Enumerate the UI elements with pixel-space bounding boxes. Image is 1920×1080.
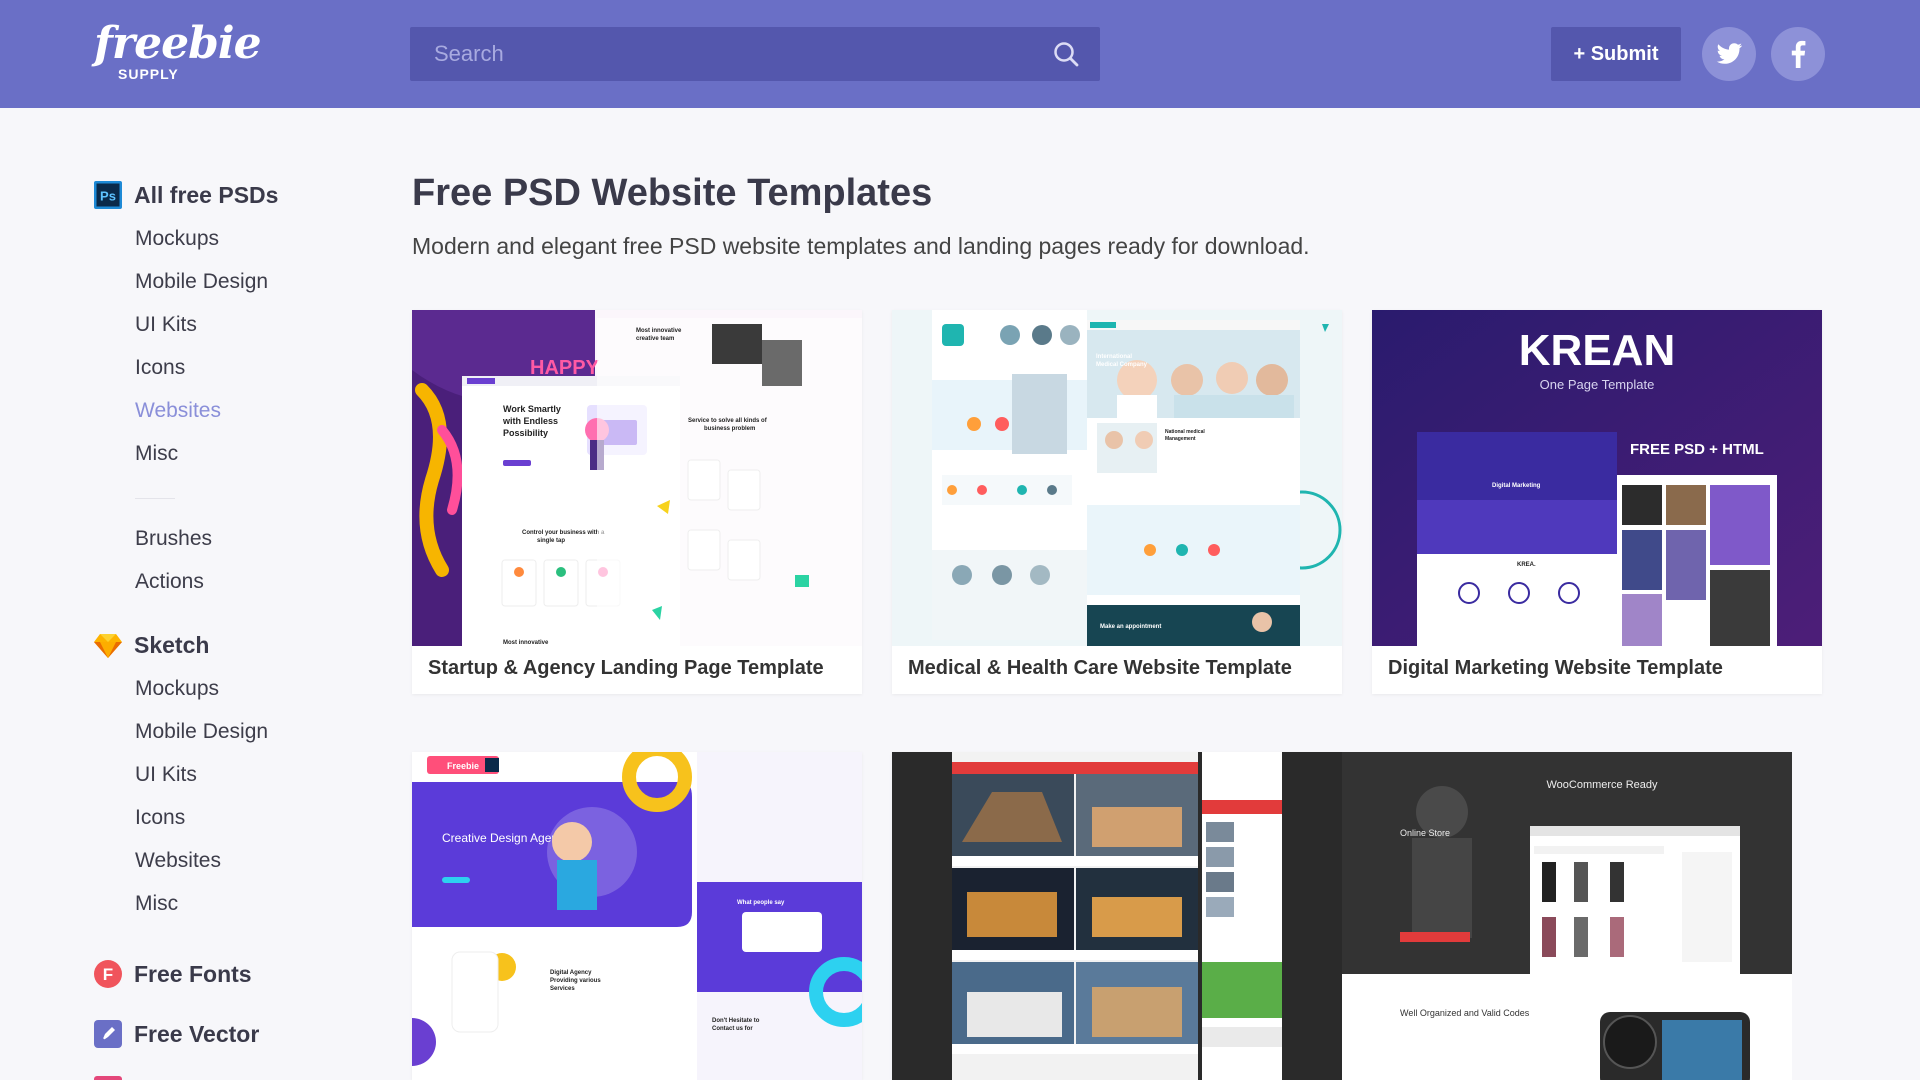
- svg-text:Medical Company: Medical Company: [1096, 362, 1148, 368]
- svg-text:Digital Marketing: Digital Marketing: [1492, 483, 1541, 489]
- freebie-supply-logo[interactable]: freebie SUPPLY: [94, 18, 262, 84]
- svg-text:Most innovative: Most innovative: [503, 640, 549, 646]
- svg-text:business problem: business problem: [704, 426, 755, 432]
- card-thumbnail[interactable]: [892, 752, 1342, 1080]
- thumb-subheading: Online Store: [1400, 828, 1450, 838]
- svg-text:Services: Services: [550, 986, 575, 992]
- card-thumbnail[interactable]: Freebie Creative Design Agency What peop…: [412, 752, 862, 1080]
- svg-text:Most innovative: Most innovative: [636, 328, 682, 334]
- top-header: freebie SUPPLY + Submit: [0, 0, 1920, 108]
- sidebar-item-sketch-misc[interactable]: Misc: [135, 890, 178, 918]
- svg-text:Contact us for: Contact us for: [712, 1026, 753, 1032]
- sidebar-heading-label: All free PSDs: [134, 181, 279, 208]
- sidebar-item-psd-actions[interactable]: Actions: [135, 568, 204, 596]
- svg-text:with Endless: with Endless: [502, 416, 558, 426]
- template-card-creative-agency[interactable]: Freebie Creative Design Agency What peop…: [412, 752, 862, 1080]
- logo-subtext: SUPPLY: [118, 66, 179, 82]
- svg-text:Digital Agency: Digital Agency: [550, 970, 592, 976]
- sidebar-item-sketch-mockups[interactable]: Mockups: [135, 675, 219, 703]
- sidebar-item-sketch-mobile-design[interactable]: Mobile Design: [135, 718, 268, 746]
- thumb-heading: WooCommerce Ready: [1546, 779, 1658, 791]
- thumb-subheading: One Page Template: [1540, 377, 1655, 392]
- card-title[interactable]: Medical & Health Care Website Template: [908, 657, 1292, 680]
- page-description: Modern and elegant free PSD website temp…: [412, 233, 1310, 259]
- template-card-real-estate[interactable]: [892, 752, 1342, 1080]
- logo-wordmark: freebie: [94, 18, 262, 69]
- photoshop-icon: Ps: [94, 181, 122, 209]
- search-input[interactable]: [410, 27, 1030, 81]
- woocommerce-store-preview-image: WooCommerce Ready Online Store Well Orga…: [1342, 752, 1792, 1080]
- sidebar-heading-label: Sketch: [134, 631, 210, 658]
- sidebar-item-psd-misc[interactable]: Misc: [135, 440, 178, 468]
- sidebar-item-psd-mockups[interactable]: Mockups: [135, 225, 219, 253]
- svg-text:single tap: single tap: [537, 538, 565, 544]
- sidebar-heading-sketch[interactable]: Sketch: [94, 628, 209, 662]
- fonts-icon: F: [94, 960, 122, 988]
- svg-text:Work Smartly: Work Smartly: [503, 404, 561, 414]
- sidebar-item-sketch-ui-kits[interactable]: UI Kits: [135, 761, 197, 789]
- sidebar-heading-psd[interactable]: Ps All free PSDs: [94, 178, 278, 212]
- thumb-heading: KREAN: [1519, 326, 1675, 375]
- sidebar-item-psd-ui-kits[interactable]: UI Kits: [135, 311, 197, 339]
- svg-text:creative team: creative team: [636, 336, 674, 342]
- twitter-icon: [1716, 43, 1742, 64]
- template-card-woocommerce[interactable]: WooCommerce Ready Online Store Well Orga…: [1342, 752, 1792, 1080]
- card-title[interactable]: Startup & Agency Landing Page Template: [428, 657, 824, 680]
- svg-text:Possibility: Possibility: [503, 428, 548, 438]
- sidebar-item-psd-mobile-design[interactable]: Mobile Design: [135, 268, 268, 296]
- facebook-button[interactable]: [1771, 27, 1825, 81]
- card-thumbnail[interactable]: WooCommerce Ready Online Store Well Orga…: [1342, 752, 1792, 1080]
- sidebar-item-psd-icons[interactable]: Icons: [135, 354, 185, 382]
- page-title: Free PSD Website Templates: [412, 172, 933, 214]
- svg-text:HAPPY: HAPPY: [530, 357, 600, 379]
- krean-template-preview-image: KREAN One Page Template Digital Marketin…: [1372, 310, 1822, 646]
- sidebar-next-icon-partial: [94, 1076, 122, 1080]
- medical-template-preview-image: International Medical Company National m…: [892, 310, 1342, 646]
- vector-pen-icon: [94, 1020, 122, 1048]
- real-estate-preview-image: [892, 752, 1342, 1080]
- svg-text:What people say: What people say: [737, 900, 785, 906]
- svg-text:International: International: [1096, 354, 1132, 360]
- sidebar-heading-label: Free Vector: [134, 1020, 260, 1047]
- twitter-button[interactable]: [1702, 27, 1756, 81]
- thumb-note: Well Organized and Valid Codes: [1400, 1008, 1530, 1018]
- svg-text:Ps: Ps: [100, 189, 116, 204]
- template-card-medical[interactable]: International Medical Company National m…: [892, 310, 1342, 694]
- facebook-icon: [1791, 40, 1806, 68]
- sidebar-heading-vector[interactable]: Free Vector: [94, 1017, 259, 1051]
- sidebar-item-sketch-websites[interactable]: Websites: [135, 847, 221, 875]
- sidebar-item-psd-brushes[interactable]: Brushes: [135, 525, 212, 553]
- svg-text:Control your business with a: Control your business with a: [522, 530, 605, 536]
- card-thumbnail[interactable]: KREAN One Page Template Digital Marketin…: [1372, 310, 1822, 646]
- thumb-badge: FREE PSD + HTML: [1630, 441, 1764, 458]
- svg-text:KREA.: KREA.: [1517, 562, 1536, 568]
- search-icon[interactable]: [1052, 40, 1080, 68]
- startup-landing-preview-image: HAPPY Work Smartly with Endless Possibil…: [412, 310, 862, 646]
- sidebar-item-psd-websites[interactable]: Websites: [135, 397, 221, 425]
- search-bar: [410, 27, 1100, 81]
- card-thumbnail[interactable]: HAPPY Work Smartly with Endless Possibil…: [412, 310, 862, 646]
- template-card-digital-marketing[interactable]: KREAN One Page Template Digital Marketin…: [1372, 310, 1822, 694]
- sidebar-heading-label: Free Fonts: [134, 960, 252, 987]
- svg-text:National medical: National medical: [1165, 429, 1205, 435]
- submit-button[interactable]: + Submit: [1551, 27, 1681, 81]
- template-card-startup-agency[interactable]: HAPPY Work Smartly with Endless Possibil…: [412, 310, 862, 694]
- svg-text:Service to solve all kinds of: Service to solve all kinds of: [688, 418, 768, 424]
- card-thumbnail[interactable]: International Medical Company National m…: [892, 310, 1342, 646]
- svg-text:Management: Management: [1165, 436, 1196, 442]
- svg-text:Make an appointment: Make an appointment: [1100, 624, 1161, 630]
- svg-text:Don't Hesitate to: Don't Hesitate to: [712, 1018, 760, 1024]
- thumb-brand: Freebie: [447, 761, 479, 771]
- creative-agency-preview-image: Freebie Creative Design Agency What peop…: [412, 752, 862, 1080]
- card-title[interactable]: Digital Marketing Website Template: [1388, 657, 1723, 680]
- svg-text:F: F: [103, 965, 113, 984]
- svg-text:Providing various: Providing various: [550, 978, 601, 984]
- sidebar-divider: [135, 498, 175, 499]
- sidebar-item-sketch-icons[interactable]: Icons: [135, 804, 185, 832]
- sketch-diamond-icon: [94, 634, 122, 658]
- sidebar-heading-fonts[interactable]: F Free Fonts: [94, 957, 252, 991]
